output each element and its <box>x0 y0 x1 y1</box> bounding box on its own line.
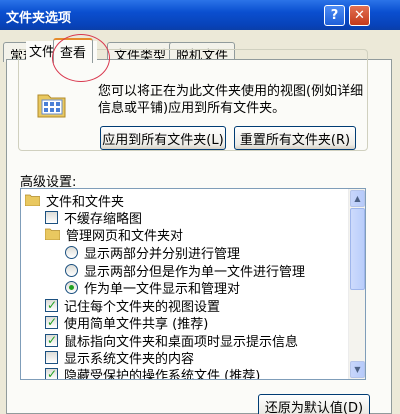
vertical-scrollbar[interactable]: ▲ ▼ <box>348 189 365 379</box>
list-item-label: 隐藏受保护的操作系统文件 (推荐) <box>64 368 261 380</box>
checkbox[interactable] <box>45 210 58 224</box>
reset-all-folders-button[interactable]: 重置所有文件夹(R) <box>234 126 356 150</box>
folder-views-description: 您可以将正在为此文件夹使用的视图(例如详细信息或平铺)应用到所有文件夹。 <box>98 84 364 116</box>
folder-view-icon <box>36 89 68 122</box>
list-item[interactable]: 鼠标指向文件夹和桌面项时显示提示信息 <box>45 332 298 350</box>
list-item-label: 使用简单文件共享 (推荐) <box>64 316 209 332</box>
checkbox[interactable] <box>45 367 58 379</box>
list-item[interactable]: 隐藏受保护的操作系统文件 (推荐) <box>45 366 261 380</box>
checkbox[interactable] <box>45 315 58 329</box>
list-item[interactable]: 显示系统文件夹的内容 <box>45 349 194 367</box>
window-title: 文件夹选项 <box>6 11 72 26</box>
title-bar[interactable]: 文件夹选项 ? ✕ <box>0 0 400 30</box>
radio-button[interactable] <box>65 280 78 294</box>
scroll-up-icon[interactable]: ▲ <box>350 190 365 207</box>
checkbox[interactable] <box>45 350 58 364</box>
help-button[interactable]: ? <box>324 5 345 26</box>
list-item: 文件和文件夹 <box>24 192 124 210</box>
folder-icon <box>24 194 41 207</box>
list-item[interactable]: 不缓存缩略图 <box>45 209 142 227</box>
apply-to-all-folders-button[interactable]: 应用到所有文件夹(L) <box>100 126 226 150</box>
list-item-label: 作为单一文件显示和管理对 <box>84 281 241 297</box>
list-item[interactable]: 显示两部分但是作为单一文件进行管理 <box>65 262 305 280</box>
checkbox[interactable] <box>45 298 58 312</box>
list-item: 管理网页和文件夹对 <box>44 226 184 244</box>
list-item[interactable]: 显示两部分并分别进行管理 <box>65 244 241 262</box>
checkbox[interactable] <box>45 333 58 347</box>
scroll-down-icon[interactable]: ▼ <box>350 361 365 378</box>
radio-button[interactable] <box>65 263 78 277</box>
close-button[interactable]: ✕ <box>349 5 370 26</box>
list-item[interactable]: 记住每个文件夹的视图设置 <box>45 297 220 315</box>
advanced-settings-list[interactable]: 文件和文件夹 不缓存缩略图 管理网页和文件夹对 显示两部分并分别进行管理 显示两… <box>20 188 366 380</box>
list-item-label: 显示两部分并分别进行管理 <box>84 246 241 262</box>
radio-button[interactable] <box>65 245 78 259</box>
list-item[interactable]: 使用简单文件共享 (推荐) <box>45 314 209 332</box>
folder-icon <box>44 228 61 241</box>
list-item-label: 管理网页和文件夹对 <box>66 228 184 244</box>
annotation-circle <box>52 34 110 82</box>
list-item[interactable]: 作为单一文件显示和管理对 <box>65 279 241 297</box>
scroll-thumb[interactable] <box>350 208 365 290</box>
restore-defaults-button[interactable]: 还原为默认值(D) <box>258 394 370 414</box>
